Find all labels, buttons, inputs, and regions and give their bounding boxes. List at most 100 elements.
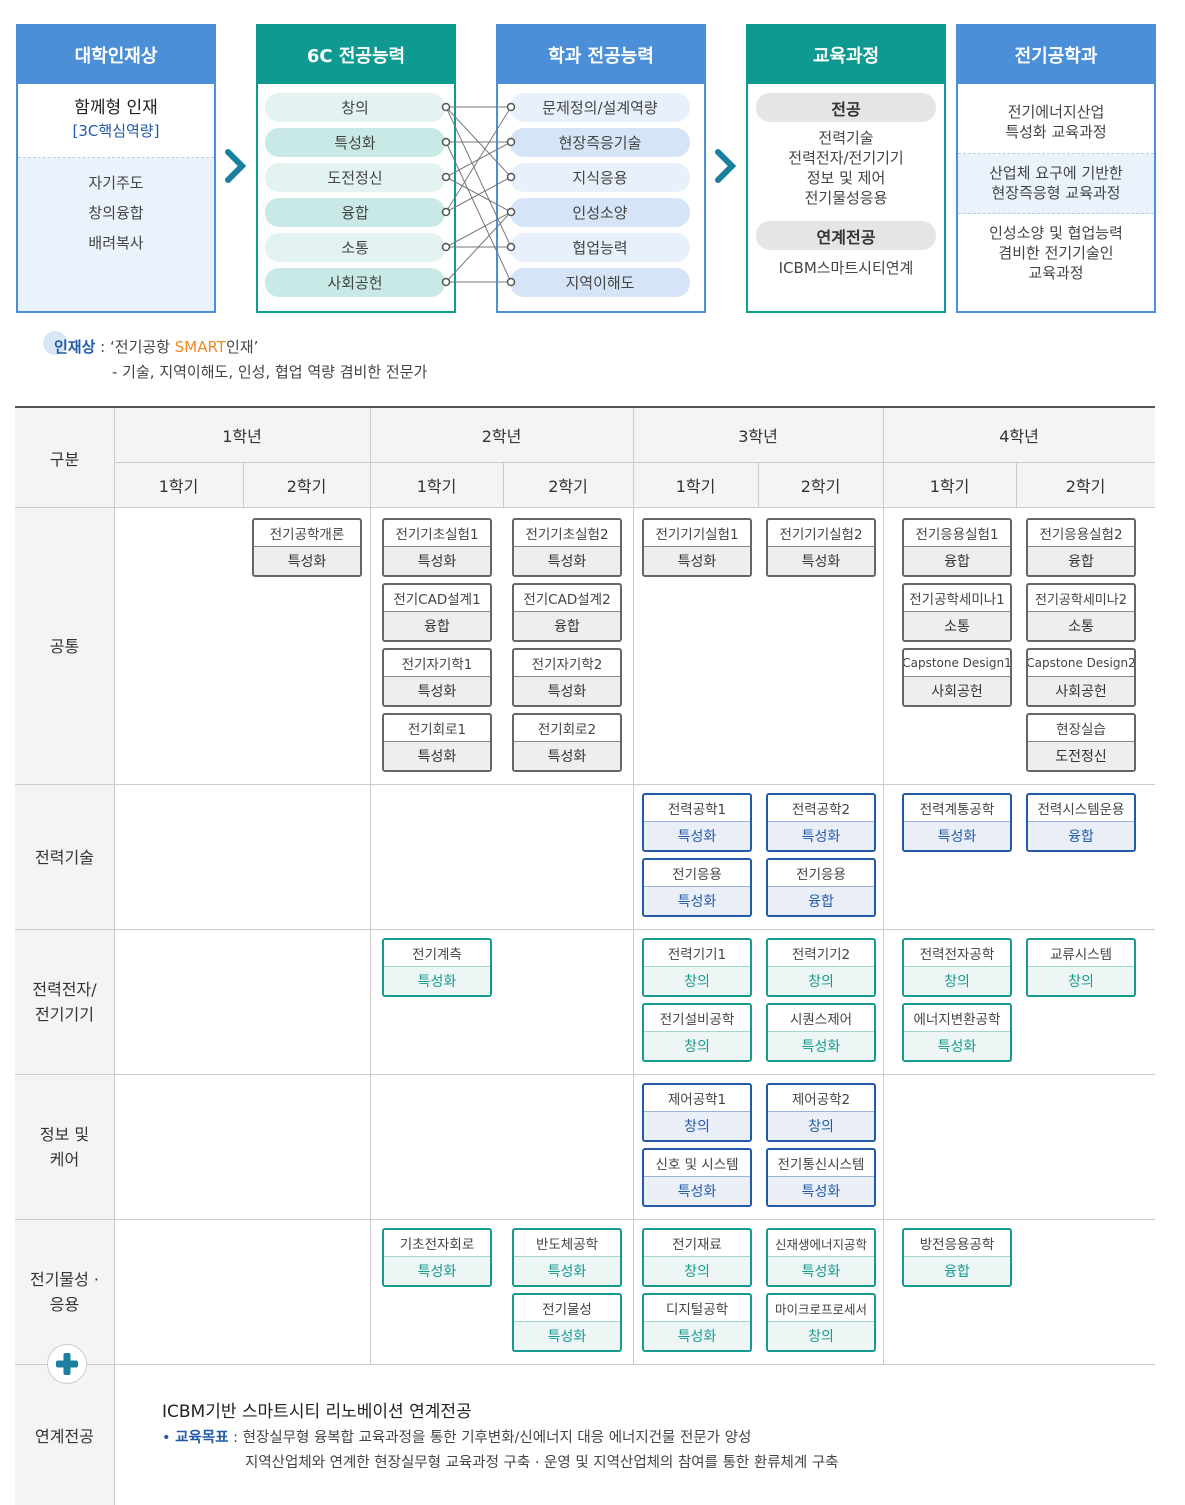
course-card[interactable]: 전기설비공학 창의 [642, 1003, 752, 1062]
course-card[interactable]: 전력공학2 특성화 [766, 793, 876, 852]
course-card[interactable]: 전력계통공학특성화 [902, 793, 1012, 852]
header-semester: 2학기 [1065, 477, 1106, 496]
course-competency: 소통 [1028, 611, 1134, 640]
course-card[interactable]: 전력기기1 창의 [642, 938, 752, 997]
panel-title: 전기공학과 [958, 26, 1154, 84]
course-card[interactable]: 교류시스템창의 [1026, 938, 1136, 997]
row-label-info-control: 정보 및 케어 [39, 1125, 90, 1169]
course-competency: 특성화 [768, 821, 874, 850]
course-card[interactable]: 디지털공학 특성화 [642, 1293, 752, 1352]
course-card[interactable]: 전기기기실험1 특성화 [642, 518, 752, 577]
course-card[interactable]: 전기응용실험1 융합 [902, 518, 1012, 577]
header-semester: 1학기 [675, 477, 716, 496]
course-card[interactable]: 전기기기실험2 특성화 [766, 518, 876, 577]
course-name: 전기응용실험1 [915, 527, 999, 543]
course-card[interactable]: 전기자기학1 특성화 [382, 648, 492, 707]
course-name: 신재생에너지공학 [774, 1236, 867, 1252]
course-name: 전기공학세미나2 [1035, 592, 1127, 608]
course-card[interactable]: 전기응용실험2 융합 [1026, 518, 1136, 577]
course-competency: 특성화 [384, 741, 490, 770]
course-competency: 창의 [904, 966, 1010, 995]
course-name: 전기통신시스템 [777, 1157, 865, 1173]
course-card[interactable]: 전기회로2 특성화 [512, 713, 622, 772]
linked-major-title: ICBM기반 스마트시티 리노베이션 연계전공 [162, 1402, 472, 1422]
course-card[interactable]: 신호 및 시스템 특성화 [642, 1148, 752, 1207]
header-year: 2학년 [481, 427, 522, 446]
course-name: 전력공학2 [791, 802, 851, 818]
course-card[interactable]: 전기재료 창의 [642, 1228, 752, 1287]
course-competency: 특성화 [384, 1256, 490, 1285]
course-card[interactable]: 전력공학1 특성화 [642, 793, 752, 852]
course-name: 마이크로프로세서 [774, 1301, 867, 1317]
plus-icon [47, 1344, 87, 1384]
course-name: 전기계측 [412, 947, 462, 963]
course-competency: 창의 [644, 966, 750, 995]
course-card[interactable]: 전기응용 융합 [766, 858, 876, 917]
course-competency: 창의 [1028, 966, 1134, 995]
course-card[interactable]: 전기CAD설계1 융합 [382, 583, 492, 642]
course-card[interactable]: 전기자기학2 특성화 [512, 648, 622, 707]
course-competency: 사회공헌 [1028, 676, 1134, 705]
course-name: 전기응용 [672, 867, 722, 883]
course-card[interactable]: 반도체공학 특성화 [512, 1228, 622, 1287]
course-card[interactable]: 전기응용 특성화 [642, 858, 752, 917]
course-card[interactable]: 전기기초실험2 특성화 [512, 518, 622, 577]
course-card[interactable]: 전기공학개론 특성화 [252, 518, 362, 577]
course-card[interactable]: 마이크로프로세서창의 [766, 1293, 876, 1352]
course-card[interactable]: 전기CAD설계2 융합 [512, 583, 622, 642]
course-competency: 특성화 [768, 1031, 874, 1060]
course-card[interactable]: 전기계측특성화 [382, 938, 492, 997]
course-card[interactable]: 전기공학세미나1 소통 [902, 583, 1012, 642]
course-name: 전기회로1 [407, 722, 467, 738]
course-card[interactable]: 전력기기2 창의 [766, 938, 876, 997]
course-name: 디지털공학 [665, 1302, 729, 1318]
major-item: 전기물성응용 [804, 189, 888, 207]
linked-major-item: ICBM스마트시티연계 [778, 259, 914, 277]
course-card[interactable]: 시퀀스제어 특성화 [766, 1003, 876, 1062]
header-year: 3학년 [738, 427, 778, 446]
talent-statement: 인재상 : ‘전기공항 SMART인재’ [54, 338, 259, 356]
panel-electrical-engineering: 전기공학과 전기에너지산업 특성화 교육과정 산업체 요구에 기반한 현장즉응형… [956, 24, 1156, 313]
course-card[interactable]: 전기회로1 특성화 [382, 713, 492, 772]
course-name: 전기응용실험2 [1039, 527, 1123, 543]
course-card[interactable]: Capstone Design1 사회공헌 [902, 648, 1012, 707]
course-competency: 특성화 [904, 821, 1010, 850]
course-name: 전기공학개론 [269, 527, 345, 543]
course-card[interactable]: 현장실습 도전정신 [1026, 713, 1136, 772]
course-card[interactable]: 전기공학세미나2 소통 [1026, 583, 1136, 642]
course-card[interactable]: Capstone Design2 사회공헌 [1026, 648, 1136, 707]
course-card[interactable]: 기초전자회로 특성화 [382, 1228, 492, 1287]
course-competency: 창의 [768, 1321, 874, 1350]
course-competency: 특성화 [514, 741, 620, 770]
course-name: Capstone Design2 [1026, 656, 1136, 670]
talent-label: 인재상 [54, 338, 96, 356]
course-name: 전기자기학2 [531, 657, 603, 673]
course-card[interactable]: 전기통신시스템 특성화 [766, 1148, 876, 1207]
course-card[interactable]: 전기물성 특성화 [512, 1293, 622, 1352]
major-item: 전력기술 [818, 129, 874, 147]
course-name: Capstone Design1 [902, 656, 1012, 670]
course-competency: 특성화 [384, 966, 490, 995]
course-name: 신호 및 시스템 [655, 1157, 739, 1173]
course-card[interactable]: 전기기초실험1 특성화 [382, 518, 492, 577]
course-competency: 특성화 [384, 546, 490, 575]
header-year: 1학년 [222, 427, 262, 446]
course-card[interactable]: 전력시스템운용융합 [1026, 793, 1136, 852]
course-competency: 소통 [904, 611, 1010, 640]
course-competency: 융합 [768, 886, 874, 915]
header-semester: 1학기 [929, 477, 970, 496]
course-competency: 사회공헌 [904, 676, 1010, 705]
course-card[interactable]: 신재생에너지공학 특성화 [766, 1228, 876, 1287]
course-name: 교류시스템 [1049, 947, 1113, 963]
course-card[interactable]: 제어공학2 창의 [766, 1083, 876, 1142]
course-competency: 융합 [1028, 821, 1134, 850]
course-card[interactable]: 전력전자공학 창의 [902, 938, 1012, 997]
course-name: 전력계통공학 [919, 802, 995, 818]
course-name: 전기공학세미나1 [909, 592, 1005, 608]
course-card[interactable]: 방전응용공학 융합 [902, 1228, 1012, 1287]
course-name: 제어공학2 [791, 1092, 851, 1108]
course-competency: 특성화 [514, 1321, 620, 1350]
course-card[interactable]: 에너지변환공학 특성화 [902, 1003, 1012, 1062]
course-name: 전력시스템운용 [1037, 802, 1125, 818]
course-card[interactable]: 제어공학1 창의 [642, 1083, 752, 1142]
